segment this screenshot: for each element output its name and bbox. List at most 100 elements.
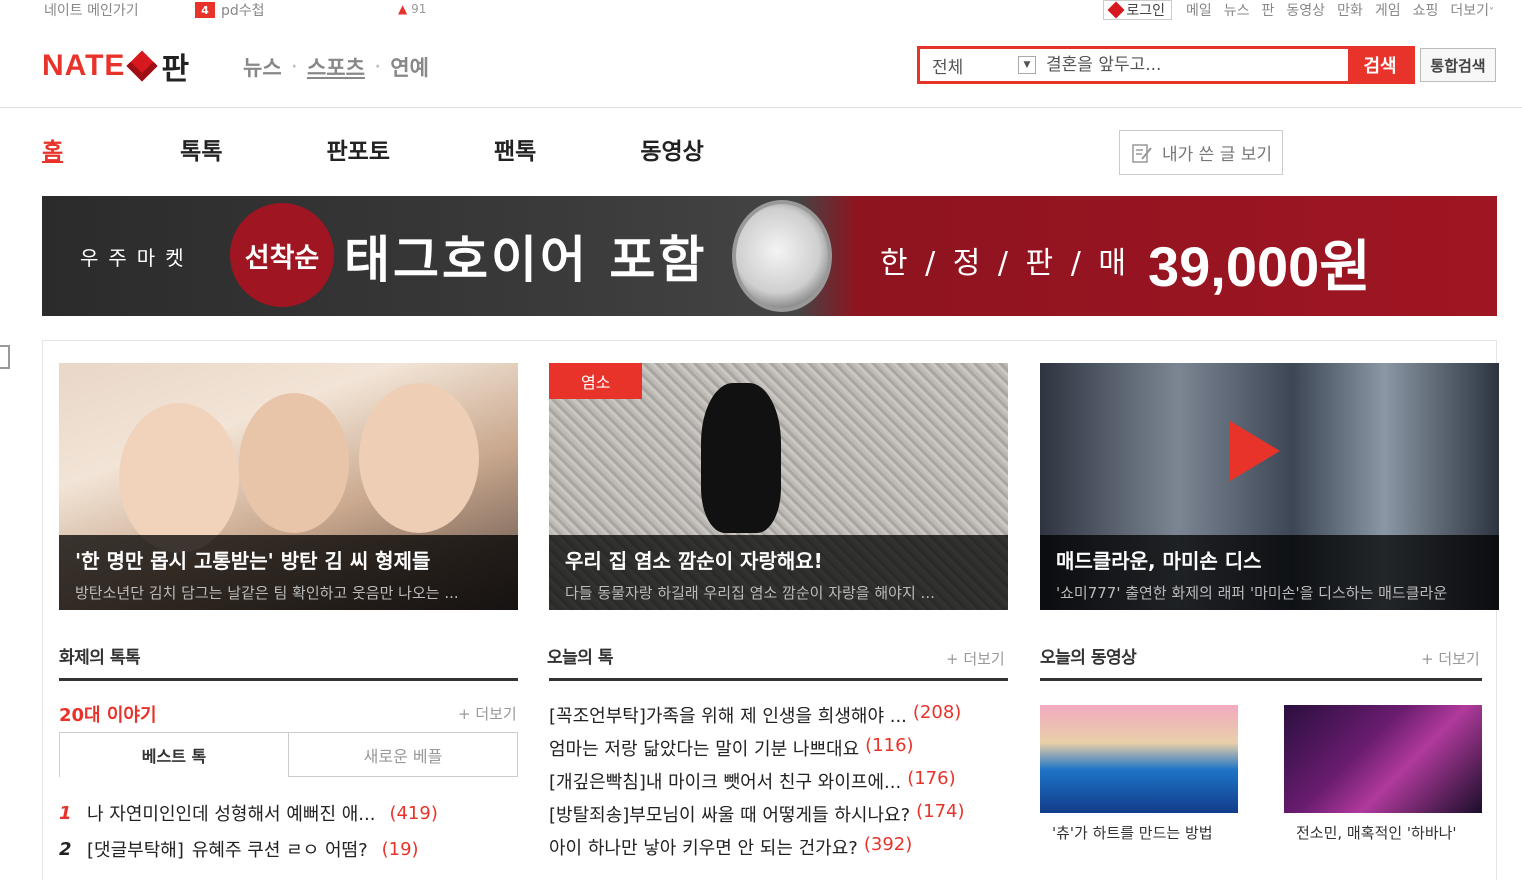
card-tag: 염소 [549, 363, 643, 399]
banner-headline: 태그호이어 포함 [344, 231, 708, 289]
search-scope-select[interactable]: 전체 ▼ [920, 49, 1040, 81]
item-title: [꼭조언부탁]가족을 위해 제 인생을 희생해야 ... [549, 706, 907, 727]
rank-change: ▲ 91 [398, 2, 426, 16]
card-description: 다들 동물자랑 하길래 우리집 염소 깜순이 자랑을 해야지 ... [565, 584, 935, 602]
list-item[interactable]: [방탈죄송]부모님이 싸울 때 어떻게들 하시나요? (174) [549, 801, 1008, 827]
tab-panphoto[interactable]: 판포토 [327, 132, 390, 166]
nav-news[interactable]: 뉴스 [243, 52, 282, 82]
list-item[interactable]: 엄마는 저랑 닮았다는 말이 기분 나쁘대요 (116) [549, 735, 1008, 761]
link-pan[interactable]: 판 [1262, 0, 1275, 20]
today-talk-title: 오늘의 톡 [547, 648, 613, 668]
up-arrow-icon: ▲ [398, 2, 408, 16]
service-links: 로그인 메일 뉴스 판 동영상 만화 게임 쇼핑 더보기˅ [1103, 0, 1494, 20]
featured-card[interactable]: 매드클라운, 마미손 디스 '쇼미777' 출연한 화제의 래퍼 '마미손'을 … [1040, 363, 1499, 610]
trending-keyword[interactable]: 4 pd수첩 [195, 0, 265, 20]
card-image [119, 403, 239, 553]
item-prefix: [댓글부탁해] [87, 840, 184, 861]
card-description: '쇼미777' 출연한 화제의 래퍼 '마미손'을 디스하는 매드클라운 [1056, 584, 1448, 602]
nate-cube-icon [126, 50, 159, 82]
hot-talk-title: 화제의 톡톡 [59, 648, 141, 668]
card-caption: 우리 집 염소 깜순이 자랑해요! 다들 동물자랑 하길래 우리집 염소 깜순이… [549, 535, 1008, 610]
rank-number: 2 [59, 838, 72, 860]
today-video-title: 오늘의 동영상 [1040, 648, 1137, 668]
item-title: [방탈죄송]부모님이 싸울 때 어떻게들 하시나요? [549, 805, 911, 826]
total-search-button[interactable]: 통합검색 [1420, 48, 1496, 82]
list-item[interactable]: 아이 하나만 낳아 키우면 안 되는 건가요? (392) [549, 834, 1008, 860]
login-button[interactable]: 로그인 [1103, 0, 1172, 20]
comment-count: (19) [381, 838, 419, 860]
tab-home[interactable]: 홈 [42, 132, 63, 166]
nav-entertainment[interactable]: 연예 [390, 52, 429, 82]
today-more-link[interactable]: + 더보기 [946, 648, 1005, 669]
banner-shop: 우주마켓 [80, 246, 194, 270]
link-mail[interactable]: 메일 [1186, 0, 1212, 20]
link-news[interactable]: 뉴스 [1224, 0, 1250, 20]
item-title: 엄마는 저랑 닮았다는 말이 기분 나쁘대요 [549, 739, 860, 760]
rank-badge: 4 [195, 2, 215, 18]
card-title: '한 명만 몹시 고통받는' 방탄 김 씨 형제들 [75, 549, 431, 573]
link-video[interactable]: 동영상 [1286, 0, 1325, 20]
nav-sports[interactable]: 스포츠 [307, 52, 365, 82]
search-input[interactable] [1040, 49, 1348, 81]
featured-card[interactable]: '한 명만 몹시 고통받는' 방탄 김 씨 형제들 방탄소년단 김치 담그는 날… [59, 363, 518, 610]
comment-count: (116) [865, 735, 914, 756]
ad-banner[interactable]: 우주마켓 선착순 태그호이어 포함 한 / 정 / 판 / 매 39,000원 [42, 196, 1497, 316]
card-image [701, 383, 781, 533]
search-box: 전체 ▼ 검색 [917, 46, 1415, 84]
nate-main-link[interactable]: 네이트 메인가기 [44, 0, 139, 20]
rank-number: 1 [59, 802, 72, 824]
tab-best-talk[interactable]: 베스트 톡 [59, 732, 289, 777]
tab-toktok[interactable]: 톡톡 [180, 132, 222, 166]
item-title: 아이 하나만 낳아 키우면 안 되는 건가요? [549, 838, 858, 859]
list-item[interactable]: 2 [댓글부탁해] 유혜주 쿠션 ㄹㅇ 어떰? (19) [59, 836, 518, 862]
card-title: 우리 집 염소 깜순이 자랑해요! [565, 549, 823, 573]
link-game[interactable]: 게임 [1375, 0, 1401, 20]
video-caption[interactable]: 전소민, 매혹적인 '하바나' [1296, 822, 1457, 843]
video-caption[interactable]: '츄'가 하트를 만드는 방법 [1052, 822, 1213, 843]
dropdown-arrow-icon: ▼ [1018, 56, 1036, 74]
chevron-down-icon: ˅ [1489, 7, 1494, 18]
write-icon [1132, 143, 1152, 163]
age-more-link[interactable]: + 더보기 [458, 703, 517, 724]
section-divider [59, 678, 518, 681]
edge-widget [0, 345, 10, 369]
tab-fantalk[interactable]: 팬톡 [494, 132, 536, 166]
rank-change-value: 91 [411, 2, 427, 16]
video-thumbnail[interactable] [1284, 705, 1482, 813]
card-image [239, 393, 349, 533]
video-thumbnail[interactable] [1040, 705, 1238, 813]
featured-card[interactable]: 염소 우리 집 염소 깜순이 자랑해요! 다들 동물자랑 하길래 우리집 염소 … [549, 363, 1008, 610]
list-item[interactable]: [꼭조언부탁]가족을 위해 제 인생을 희생해야 ... (208) [549, 702, 1008, 728]
comment-count: (176) [907, 768, 956, 789]
card-image [359, 383, 479, 533]
nate-pan-logo[interactable]: NATE 판 [42, 44, 189, 88]
best-subtabs: 베스트 톡 새로운 베플 [59, 732, 518, 777]
item-title: [개깊은빡침]내 마이크 뺏어서 친구 와이프에... [549, 772, 902, 793]
list-item[interactable]: 1 나 자연미인인데 성형해서 예뻐진 애... (419) [59, 800, 518, 826]
link-more[interactable]: 더보기˅ [1450, 0, 1494, 20]
trending-keyword-label: pd수첩 [221, 3, 265, 19]
tab-new-bestreply[interactable]: 새로운 베플 [289, 732, 518, 777]
section-divider [1040, 678, 1482, 681]
nav-separator: · [374, 59, 381, 75]
banner-price: 39,000원 [1148, 235, 1371, 298]
video-more-link[interactable]: + 더보기 [1421, 648, 1480, 669]
search-button[interactable]: 검색 [1348, 49, 1412, 81]
comment-count: (392) [863, 834, 913, 855]
nav-separator: · [291, 59, 297, 75]
login-label: 로그인 [1126, 3, 1165, 19]
logo-nate-text: NATE [42, 49, 126, 82]
comment-count: (208) [912, 702, 962, 723]
tab-video[interactable]: 동영상 [640, 132, 703, 166]
link-comic[interactable]: 만화 [1337, 0, 1363, 20]
comment-count: (174) [916, 801, 965, 822]
my-posts-button[interactable]: 내가 쓴 글 보기 [1119, 130, 1283, 175]
age-group-title: 20대 이야기 [59, 705, 157, 726]
list-item[interactable]: [개깊은빡침]내 마이크 뺏어서 친구 와이프에... (176) [549, 768, 1008, 794]
header: NATE 판 뉴스 · 스포츠 · 연예 전체 ▼ 검색 통합검색 [0, 22, 1522, 108]
item-title: 나 자연미인인데 성형해서 예뻐진 애... [87, 804, 376, 825]
link-shopping[interactable]: 쇼핑 [1413, 0, 1439, 20]
my-posts-label: 내가 쓴 글 보기 [1162, 145, 1273, 165]
comment-count: (419) [389, 802, 438, 824]
item-title: 유혜주 쿠션 ㄹㅇ 어떰? [191, 840, 368, 861]
